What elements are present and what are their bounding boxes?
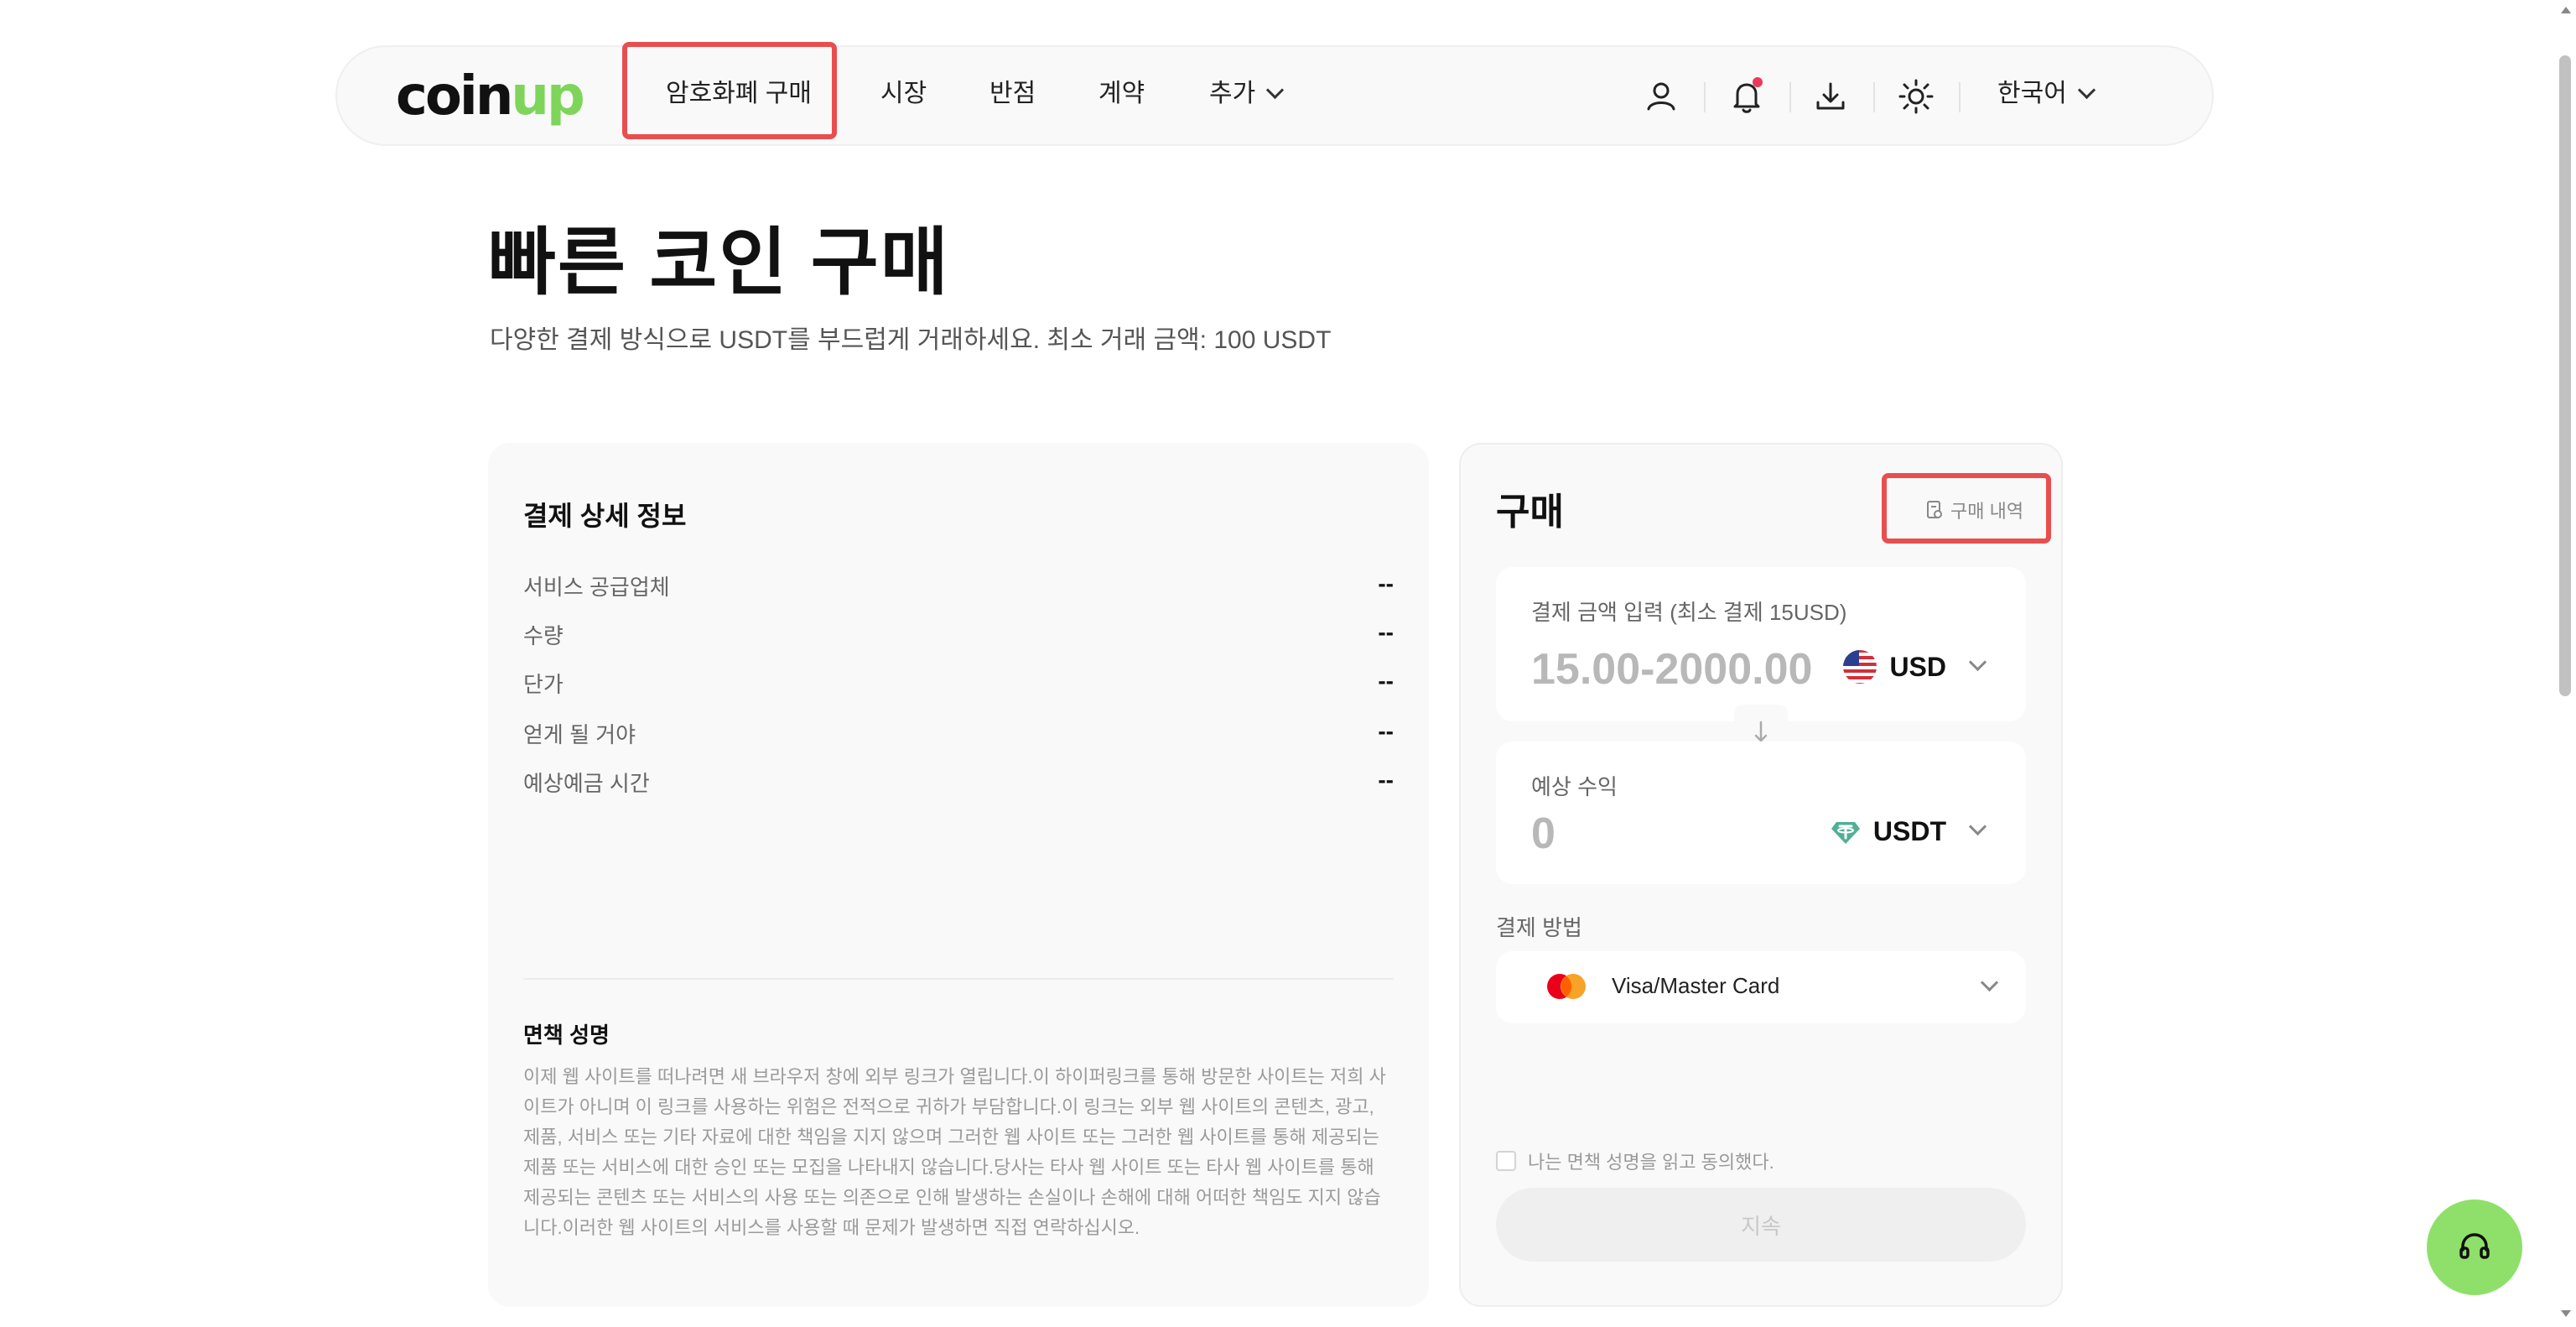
detail-label: 예상예금 시간 [523, 771, 650, 796]
receive-amount-box: 예상 수익 0 USDT [1496, 742, 2026, 884]
nav-item-more[interactable]: 추가 [1209, 77, 1285, 111]
payment-details-card: 결제 상세 정보 서비스 공급업체 -- 수량 -- 단가 -- 얻게 될 거야… [488, 443, 1429, 1307]
coinup-logo[interactable]: coin up [396, 65, 585, 127]
nav-item-market[interactable]: 시장 [880, 77, 927, 111]
detail-value: -- [1378, 668, 1394, 694]
detail-label: 얻게 될 거야 [523, 722, 636, 747]
chevron-down-icon [1980, 973, 1999, 992]
chevron-down-icon [1968, 817, 1987, 835]
nav-item-more-label: 추가 [1209, 80, 1256, 107]
pay-currency-select[interactable]: USD [1842, 649, 1987, 684]
language-selector[interactable]: 한국어 [1997, 77, 2096, 111]
divider [523, 978, 1394, 980]
detail-row-provider: 서비스 공급업체 -- [523, 570, 1394, 604]
detail-value: -- [1378, 718, 1394, 744]
buy-card: 구매 구매 내역 결제 금액 입력 (최소 결제 15USD) 15.00-20… [1459, 443, 2063, 1307]
download-icon[interactable] [1810, 75, 1852, 117]
detail-label: 수량 [523, 623, 564, 648]
highlight-box-buy-crypto [622, 42, 837, 139]
highlight-box-history [1882, 473, 2051, 544]
receive-amount-value: 0 [1531, 809, 1555, 858]
receive-currency-select[interactable]: USDT [1830, 815, 1987, 847]
detail-label: 서비스 공급업체 [523, 575, 670, 600]
divider [1789, 82, 1791, 112]
notification-dot [1753, 77, 1763, 87]
scroll-down-arrow[interactable] [2561, 1310, 2571, 1317]
customer-support-button[interactable] [2427, 1200, 2522, 1295]
payment-method-select[interactable]: Visa/Master Card [1496, 951, 2026, 1023]
detail-row-quantity: 수량 -- [523, 619, 1394, 653]
chevron-down-icon [2077, 81, 2096, 100]
mastercard-icon [1547, 974, 1586, 999]
scroll-thumb[interactable] [2559, 55, 2571, 696]
pay-amount-box: 결제 금액 입력 (최소 결제 15USD) 15.00-2000.00 USD [1496, 567, 2026, 721]
detail-label: 단가 [523, 672, 564, 697]
detail-row-you-get: 얻게 될 거야 -- [523, 718, 1394, 752]
disclaimer-text: 이제 웹 사이트를 떠나려면 새 브라우저 창에 외부 링크가 열립니다.이 하… [523, 1066, 1386, 1238]
logo-text-coin: coin [396, 65, 513, 127]
divider [1959, 82, 1961, 112]
headset-icon [2459, 1233, 2490, 1259]
divider [1873, 82, 1875, 112]
page-subtitle: 다양한 결제 방식으로 USDT를 부드럽게 거래하세요. 최소 거래 금액: … [490, 326, 1332, 354]
payment-details-title: 결제 상세 정보 [523, 501, 687, 531]
nav-item-contract[interactable]: 계약 [1098, 77, 1145, 111]
agree-checkbox[interactable] [1496, 1151, 1516, 1171]
continue-button[interactable]: 지속 [1496, 1188, 2026, 1262]
us-flag-icon [1843, 650, 1877, 684]
user-icon[interactable] [1640, 75, 1682, 117]
tether-icon [1831, 822, 1860, 844]
language-label: 한국어 [1997, 80, 2067, 107]
page-title: 빠른 코인 구매 [488, 221, 950, 304]
payment-method-value: Visa/Master Card [1612, 973, 1780, 998]
scroll-up-arrow[interactable] [2561, 7, 2571, 13]
payment-method-label: 결제 방법 [1496, 915, 1582, 940]
chevron-down-icon [1266, 81, 1285, 100]
detail-row-unit-price: 단가 -- [523, 668, 1394, 701]
page-scrollbar[interactable] [2554, 0, 2576, 1327]
pay-amount-input[interactable]: 15.00-2000.00 [1531, 644, 1812, 695]
bell-icon[interactable] [1726, 75, 1768, 117]
detail-value: -- [1378, 619, 1394, 645]
buy-title: 구매 [1496, 492, 1564, 533]
logo-text-up: up [511, 65, 584, 127]
agree-checkbox-row[interactable]: 나는 면책 성명을 읽고 동의했다. [1496, 1147, 1774, 1174]
pay-amount-label: 결제 금액 입력 (최소 결제 15USD) [1531, 600, 1847, 625]
receive-label: 예상 수익 [1531, 774, 1618, 799]
detail-value: -- [1378, 570, 1394, 596]
chevron-down-icon [1968, 653, 1987, 671]
disclaimer-title: 면책 성명 [523, 1023, 610, 1048]
divider [1704, 82, 1706, 112]
detail-value: -- [1378, 767, 1394, 793]
nav-item-spot[interactable]: 반점 [989, 77, 1036, 111]
receive-currency-label: USDT [1872, 815, 1946, 846]
sun-theme-icon[interactable] [1895, 75, 1937, 117]
top-navbar: coin up 암호화폐 구매 시장 반점 계약 추가 한국어 [335, 45, 2214, 146]
agree-label: 나는 면책 성명을 읽고 동의했다. [1528, 1152, 1774, 1173]
detail-row-deposit-time: 예상예금 시간 -- [523, 767, 1394, 800]
pay-currency-label: USD [1889, 651, 1946, 682]
